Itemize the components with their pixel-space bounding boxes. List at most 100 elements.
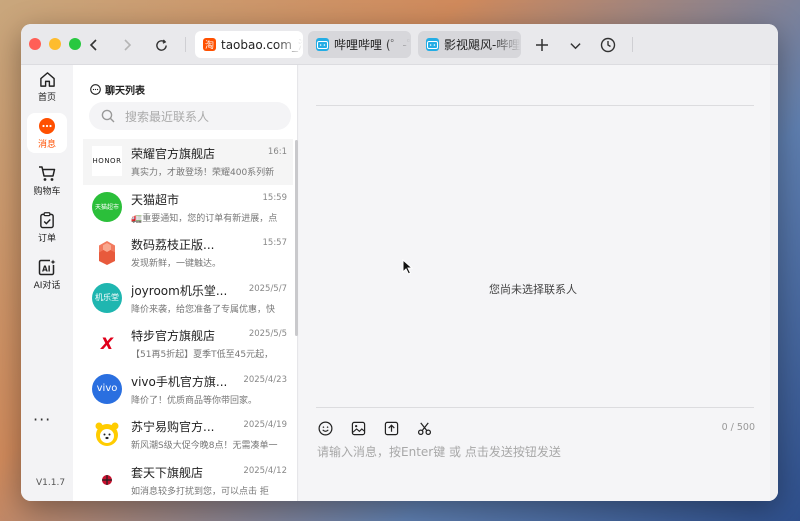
nav-label: 订单 [37, 234, 56, 244]
contact-name: 数码荔枝正版... [131, 238, 215, 252]
chat-list-header: 聊天列表 [90, 82, 145, 97]
minimize-window-button[interactable] [49, 38, 61, 50]
contact-name: joyroom机乐堂... [131, 283, 228, 298]
message-time: 2025/5/7 [248, 283, 287, 294]
history-clock-icon[interactable] [597, 34, 619, 56]
window-controls [29, 38, 81, 50]
nav-item-home[interactable]: 首页 [27, 67, 67, 107]
nav-label: 首页 [37, 93, 56, 103]
tab-taobao[interactable]: 淘 taobao.com_淘 [195, 31, 303, 58]
image-icon[interactable] [350, 420, 366, 436]
zoom-window-button[interactable] [69, 38, 81, 50]
title-bar: 淘 taobao.com_淘 哔哩哔哩 (゜-゜ 影视飓风-哔哩哔 [21, 24, 778, 65]
chevron-down-icon[interactable] [564, 34, 586, 56]
message-time: 16:1 [267, 147, 287, 157]
nav-item-cart[interactable]: 购物车 [27, 161, 67, 201]
store-avatar: 天猫超市 [92, 191, 122, 222]
store-avatar: vivo [92, 373, 122, 404]
chat-list-scrollbar[interactable] [295, 140, 298, 336]
chat-list-item[interactable]: 机乐堂 joyroom机乐堂... 2025/5/7 降价来袭，给您准备了专属优… [83, 276, 293, 322]
forward-icon[interactable] [116, 34, 138, 56]
search-placeholder: 搜索最近联系人 [125, 109, 210, 124]
nav-label: 消息 [37, 139, 56, 150]
back-icon[interactable] [83, 34, 105, 56]
chat-list: HONOR 荣耀官方旗舰店 16:1 真实力，才敢登场！荣耀400系列新 天猫超… [83, 139, 293, 501]
contact-name: 荣耀官方旗舰店 [131, 147, 216, 161]
reload-icon[interactable] [150, 34, 172, 56]
version-label: V1.1.7 [36, 478, 66, 488]
chat-list-item[interactable]: X 特步官方旗舰店 2025/5/5 【51再5折起】夏季T低至45元起， [83, 321, 293, 367]
taobao-icon: 淘 [203, 38, 216, 51]
nav-rail: 首页 消息 购物车 订单 AI AI对话 ··· V1.1.7 [21, 65, 73, 501]
chat-list-title: 聊天列表 [105, 86, 145, 97]
search-icon [101, 109, 115, 123]
message-input[interactable]: 请输入消息，按Enter键 或 点击发送按钮发送 [317, 443, 561, 460]
bilibili-icon [426, 38, 439, 51]
chat-list-item[interactable]: 数码荔枝正版... 15:57 发现新鲜，一键触达。 [83, 230, 293, 276]
compose-toolbar [317, 420, 432, 436]
empty-state-text: 您尚未选择联系人 [489, 283, 577, 296]
message-time: 2025/4/19 [243, 420, 287, 430]
nav-item-ai-chat[interactable]: AI AI对话 [27, 255, 67, 295]
nav-item-orders[interactable]: 订单 [27, 208, 67, 248]
suning-dog-logo-icon [92, 419, 122, 449]
contact-name: 天猫超市 [131, 192, 180, 207]
close-window-button[interactable] [29, 38, 41, 50]
main-scrollbar-track [770, 65, 778, 501]
tab-bilibili[interactable]: 哔哩哔哩 (゜-゜ [308, 31, 411, 58]
ai-icon: AI [38, 259, 56, 276]
chat-list-item[interactable]: 苏宁易购官方... 2025/4/19 新风潮S级大促今晚8点！无需凑单一 [83, 412, 293, 458]
tab-yingshijufeng[interactable]: 影视飓风-哔哩哔 [418, 31, 521, 58]
chat-bubble-icon [90, 84, 101, 95]
scissors-icon[interactable] [416, 420, 432, 436]
nav-item-messages[interactable]: 消息 [27, 113, 67, 153]
new-tab-icon[interactable] [531, 34, 553, 56]
message-preview: 发现新鲜，一键触达。 [131, 259, 222, 269]
contact-name: 特步官方旗舰店 [131, 329, 216, 343]
mouse-cursor-icon [402, 259, 413, 275]
svg-text:AI: AI [42, 265, 51, 274]
emoji-icon[interactable] [317, 420, 333, 436]
contact-name: 套天下旗舰店 [131, 465, 204, 480]
store-avatar: HONOR [92, 146, 122, 176]
chat-list-panel: 聊天列表 搜索最近联系人 HONOR 荣耀官方旗舰店 16:1 真实力，才敢登场… [73, 65, 298, 501]
message-preview: 真实力，才敢登场！荣耀400系列新 [131, 168, 275, 178]
search-input[interactable]: 搜索最近联系人 [89, 102, 291, 130]
home-icon [39, 72, 55, 87]
nav-label: AI对话 [33, 281, 61, 291]
store-avatar: 机乐堂 [92, 282, 122, 313]
store-avatar: X [92, 328, 122, 358]
contact-name: vivo手机官方旗... [131, 374, 228, 389]
message-icon [39, 117, 55, 134]
chat-list-item[interactable]: 天猫超市 天猫超市 15:59 🚛重要通知，您的订单有新进展，点 [83, 185, 293, 231]
contact-name: 苏宁易购官方... [131, 420, 215, 434]
separator [632, 37, 633, 52]
message-preview: 新风潮S级大促今晚8点！无需凑单一 [131, 441, 278, 451]
chat-list-item[interactable]: HONOR 荣耀官方旗舰店 16:1 真实力，才敢登场！荣耀400系列新 [83, 139, 293, 185]
nav-label: 购物车 [33, 187, 61, 197]
divider [316, 105, 754, 106]
message-time: 15:57 [262, 238, 288, 248]
lychee-logo-icon [92, 237, 122, 267]
order-icon [40, 212, 54, 229]
upload-icon[interactable] [383, 420, 399, 436]
bilibili-icon [316, 38, 329, 51]
app-window: 淘 taobao.com_淘 哔哩哔哩 (゜-゜ 影视飓风-哔哩哔 [21, 24, 778, 501]
message-preview: 如消息较多打扰到您，可以点击 拒 [131, 486, 269, 497]
chat-list-item[interactable]: 套天下旗舰店 2025/4/12 如消息较多打扰到您，可以点击 拒 [83, 458, 293, 502]
message-time: 15:59 [262, 192, 288, 203]
separator [185, 37, 186, 52]
chat-main-area: 您尚未选择联系人 0 / 500 请输入消息，按Enter键 或 点击发送按钮发… [299, 65, 778, 501]
message-preview: 【51再5折起】夏季T低至45元起， [131, 350, 274, 360]
message-time: 2025/4/12 [243, 465, 287, 476]
message-time: 2025/5/5 [248, 329, 287, 339]
message-preview: 降价了！优质商品等你带回家。 [131, 395, 258, 406]
message-preview: 🚛重要通知，您的订单有新进展，点 [131, 213, 278, 224]
more-icon[interactable]: ··· [33, 410, 51, 429]
cart-icon [39, 166, 56, 181]
message-time: 2025/4/23 [243, 374, 287, 385]
chat-list-item[interactable]: vivo vivo手机官方旗... 2025/4/23 降价了！优质商品等你带回… [83, 367, 293, 413]
store-logo-icon [92, 465, 122, 495]
divider [316, 407, 754, 408]
message-preview: 降价来袭，给您准备了专属优惠，快 [131, 304, 276, 315]
